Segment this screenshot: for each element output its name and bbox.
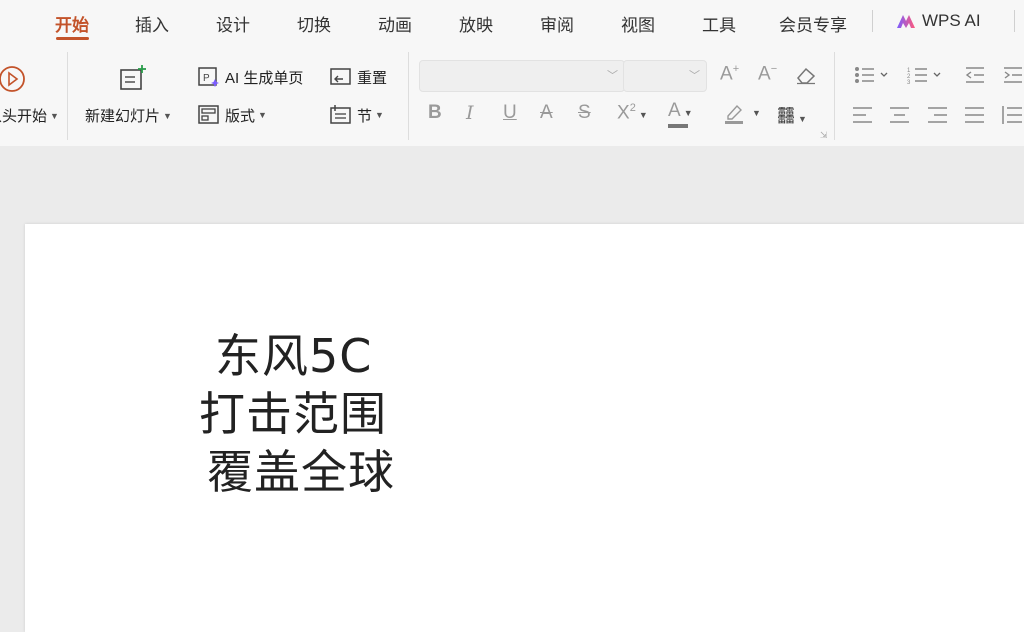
play-from-start-icon[interactable] xyxy=(0,64,27,99)
tab-insert[interactable]: 插入 xyxy=(135,11,169,36)
phonetic-guide-icon[interactable]: 䨻 ▼ xyxy=(777,102,807,128)
ai-page-icon: P xyxy=(198,67,219,87)
ribbon-toolbar: 从头开始▼ 新建幻灯片▼ P AI 生成单页 版式▼ 重置 节▼ ﹀ ﹀ A+ … xyxy=(0,44,1024,147)
play-from-start-label: 从头开始 xyxy=(0,108,48,125)
decrease-font-icon[interactable]: A− xyxy=(758,63,777,85)
increase-indent-icon[interactable] xyxy=(1002,66,1024,89)
ai-generate-page-label: AI 生成单页 xyxy=(225,69,304,87)
menu-separator xyxy=(872,10,873,32)
menu-bar: 开始 插入 设计 切换 动画 放映 审阅 视图 工具 会员专享 WPS AI xyxy=(0,0,1024,44)
slide-text-line-1[interactable]: 东风5C xyxy=(215,320,372,386)
align-right-icon[interactable] xyxy=(927,106,949,129)
ribbon-separator xyxy=(408,52,409,140)
tab-animations[interactable]: 动画 xyxy=(378,11,412,36)
section-button[interactable]: 节 ▼ xyxy=(329,104,384,126)
superscript-icon[interactable]: X2▼ xyxy=(617,102,648,124)
font-dialog-launcher-icon[interactable]: ⇲ xyxy=(820,130,828,141)
increase-font-icon[interactable]: A+ xyxy=(720,63,739,85)
tab-slideshow[interactable]: 放映 xyxy=(459,11,493,36)
align-center-icon[interactable] xyxy=(889,106,911,129)
layout-label: 版式 xyxy=(225,107,256,125)
align-left-icon[interactable] xyxy=(852,106,874,129)
underline-icon[interactable]: U xyxy=(503,102,517,124)
chevron-down-icon: ▼ xyxy=(375,110,384,120)
tab-view[interactable]: 视图 xyxy=(621,11,655,36)
chevron-down-icon: ▼ xyxy=(163,110,172,121)
ribbon-separator xyxy=(834,52,835,140)
chevron-down-icon: ▼ xyxy=(258,110,267,120)
new-slide-icon[interactable] xyxy=(118,64,148,97)
shadow-text-icon[interactable]: S xyxy=(578,102,591,124)
svg-text:P: P xyxy=(203,73,210,84)
strikethrough-icon[interactable]: A xyxy=(540,102,553,124)
clear-format-icon[interactable] xyxy=(794,65,818,90)
highlight-color-icon[interactable]: ▼ xyxy=(723,102,761,129)
section-icon xyxy=(330,105,351,124)
reset-label: 重置 xyxy=(357,69,388,87)
section-label: 节 xyxy=(357,107,373,125)
reset-icon xyxy=(330,68,351,85)
distributed-align-icon[interactable] xyxy=(1002,106,1024,129)
menu-separator xyxy=(1014,10,1015,32)
layout-button[interactable]: 版式 ▼ xyxy=(197,104,267,126)
ai-generate-page-button[interactable]: P AI 生成单页 xyxy=(197,66,303,88)
tab-tools[interactable]: 工具 xyxy=(702,11,736,36)
chevron-down-icon: ▼ xyxy=(50,110,59,121)
wps-ai-logo-icon xyxy=(897,15,915,28)
font-name-select[interactable]: ﹀ xyxy=(419,60,625,92)
wps-ai-button[interactable]: WPS AI xyxy=(896,11,981,31)
font-color-icon[interactable]: A ▼ xyxy=(668,100,693,128)
slide-editing-area[interactable]: 东风5C 打击范围 覆盖全球 xyxy=(0,146,1024,632)
tab-review[interactable]: 审阅 xyxy=(540,11,574,36)
bullet-list-icon[interactable] xyxy=(854,66,890,89)
tab-member[interactable]: 会员专享 xyxy=(779,11,847,36)
tab-design[interactable]: 设计 xyxy=(216,11,250,36)
italic-icon[interactable]: I xyxy=(466,102,474,124)
chevron-down-icon: ﹀ xyxy=(689,70,700,82)
justify-icon[interactable] xyxy=(964,106,986,129)
decrease-indent-icon[interactable] xyxy=(964,66,986,89)
wps-ai-label: WPS AI xyxy=(922,11,981,30)
layout-icon xyxy=(198,105,219,124)
slide-text-line-2[interactable]: 打击范围 xyxy=(199,378,387,444)
new-slide-label: 新建幻灯片 xyxy=(85,108,161,125)
tab-home[interactable]: 开始 xyxy=(55,11,89,36)
numbered-list-icon[interactable]: 123 xyxy=(907,66,943,89)
ribbon-separator xyxy=(67,52,68,140)
chevron-down-icon: ﹀ xyxy=(607,70,618,82)
active-tab-indicator xyxy=(56,37,89,40)
play-from-start-button[interactable]: 从头开始▼ xyxy=(0,105,59,126)
slide-canvas[interactable]: 东风5C 打击范围 覆盖全球 xyxy=(25,224,1024,632)
bold-icon[interactable]: B xyxy=(428,102,442,124)
font-size-select[interactable]: ﹀ xyxy=(623,60,707,92)
reset-button[interactable]: 重置 xyxy=(329,66,387,88)
slide-text-line-3[interactable]: 覆盖全球 xyxy=(207,436,395,502)
tab-transitions[interactable]: 切换 xyxy=(297,11,331,36)
new-slide-button[interactable]: 新建幻灯片 ▼ xyxy=(85,105,172,126)
svg-text:3: 3 xyxy=(907,80,911,84)
